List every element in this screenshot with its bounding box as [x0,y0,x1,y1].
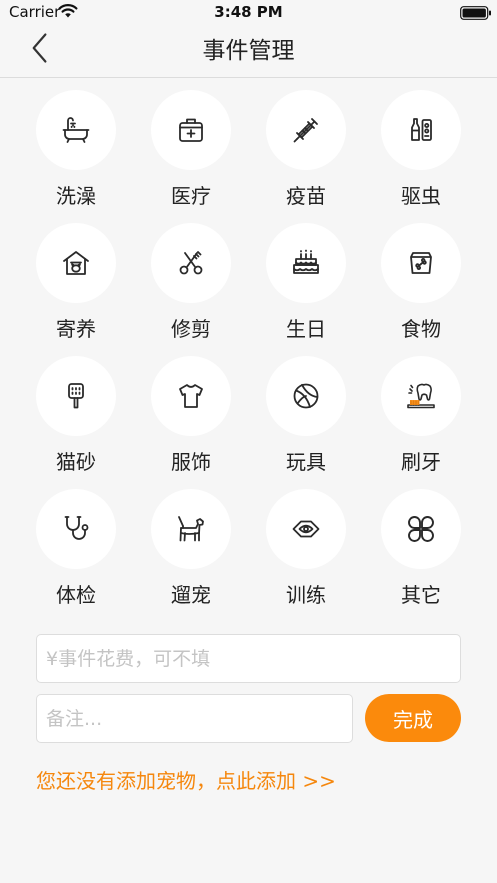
event-icon-circle [266,223,346,303]
event-icon-circle [36,223,116,303]
event-item-boarding[interactable]: 寄养 [26,223,126,353]
event-label: 其它 [401,583,441,607]
event-label: 训练 [286,583,326,607]
event-icon-circle [36,356,116,436]
done-button[interactable]: 完成 [365,694,461,742]
event-label: 医疗 [171,184,211,208]
event-item-deworm[interactable]: 驱虫 [371,90,471,220]
event-item-litter[interactable]: 猫砂 [26,356,126,486]
event-label: 遛宠 [171,583,211,607]
event-item-trim[interactable]: 修剪 [141,223,241,353]
medical-kit-icon [179,118,203,142]
event-item-brush-teeth[interactable]: 刷牙 [371,356,471,486]
event-label: 寄养 [56,317,96,341]
add-pet-link[interactable]: 您还没有添加宠物，点此添加 >> [36,765,336,794]
event-item-medical[interactable]: 医疗 [141,90,241,220]
clock-time: 3:48 PM [214,3,283,21]
event-icon-circle [381,223,461,303]
event-label: 疫苗 [286,184,326,208]
event-icon-circle [36,90,116,170]
battery-icon [460,5,492,20]
event-icon-circle [266,489,346,569]
bathtub-icon [62,117,90,143]
toothbrush-icon [407,383,435,409]
food-bag-icon [410,252,432,274]
stethoscope-icon [64,516,89,540]
event-icon-circle [151,223,231,303]
event-label: 玩具 [286,450,326,474]
event-icon-circle [381,489,461,569]
syringe-icon [293,118,318,143]
event-label: 生日 [286,317,326,341]
status-bar: Carrier 3:48 PM [0,0,497,24]
dog-walk-icon [178,516,204,542]
event-icon-circle [381,90,461,170]
event-label: 服饰 [171,450,211,474]
nav-bar: 事件管理 [0,24,497,78]
event-icon-circle [151,489,231,569]
clover-icon [408,516,434,542]
litter-scoop-icon [68,383,84,409]
pet-house-icon [63,251,89,275]
event-item-toy[interactable]: 玩具 [256,356,356,486]
event-icon-circle [151,356,231,436]
event-label: 刷牙 [401,450,441,474]
ball-icon [293,383,319,409]
cost-input[interactable] [36,634,461,683]
note-input[interactable] [36,694,353,743]
event-item-vaccine[interactable]: 疫苗 [256,90,356,220]
event-item-bath[interactable]: 洗澡 [26,90,126,220]
event-icon-circle [266,356,346,436]
event-row: 洗澡 医疗 疫苗 驱虫 [0,90,497,223]
event-item-clothing[interactable]: 服饰 [141,356,241,486]
event-item-dog-walk[interactable]: 遛宠 [141,489,241,619]
training-target-icon [292,520,320,538]
event-row: 寄养 修剪 生日 食物 [0,223,497,356]
tshirt-icon [179,384,203,408]
event-label: 体检 [56,583,96,607]
event-label: 食物 [401,317,441,341]
page-title: 事件管理 [202,38,295,64]
event-item-training[interactable]: 训练 [256,489,356,619]
event-icon-circle [266,90,346,170]
birthday-cake-icon [293,249,319,274]
event-row: 体检 遛宠 训练 其它 [0,489,497,622]
event-label: 猫砂 [56,450,96,474]
event-item-food[interactable]: 食物 [371,223,471,353]
event-icon-circle [151,90,231,170]
event-item-birthday[interactable]: 生日 [256,223,356,353]
event-row: 猫砂 服饰 玩具 刷牙 [0,356,497,489]
event-icon-circle [36,489,116,569]
event-item-other[interactable]: 其它 [371,489,471,619]
event-label: 洗澡 [56,184,96,208]
scissors-icon [179,251,203,275]
deworm-bottle-icon [411,118,432,141]
event-item-checkup[interactable]: 体检 [26,489,126,619]
event-icon-circle [381,356,461,436]
event-type-grid: 洗澡 医疗 疫苗 驱虫 寄养 修剪 生日 食物 猫砂 服饰 玩具 刷牙 体检 遛… [0,90,497,622]
event-label: 修剪 [171,317,211,341]
event-label: 驱虫 [401,184,441,208]
